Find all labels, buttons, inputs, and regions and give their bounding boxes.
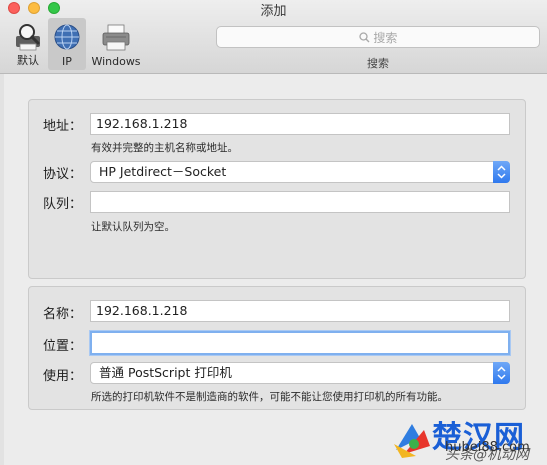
magnifier-printer-icon <box>13 22 43 56</box>
search-placeholder: 搜索 <box>373 31 398 45</box>
use-label: 使用： <box>43 369 83 384</box>
toolbar-windows-button[interactable]: Windows <box>88 18 144 70</box>
watermark-overlay: 头条@机动网 <box>445 447 529 463</box>
queue-label: 队列： <box>43 197 83 212</box>
toolbar-default-button[interactable]: 默认 <box>6 18 50 70</box>
address-label: 地址： <box>43 119 83 134</box>
title-bar: 添加 默认 IP Windows 搜索 搜索 <box>0 0 547 74</box>
watermark-logo <box>390 420 436 460</box>
globe-icon <box>52 22 82 56</box>
location-field[interactable] <box>90 331 510 355</box>
toolbar-ip-button[interactable]: IP <box>48 18 86 70</box>
driver-hint: 所选的打印机软件不是制造商的软件，可能不能让您使用打印机的所有功能。 <box>91 391 448 403</box>
toolbar-default-label: 默认 <box>17 54 39 67</box>
name-label: 名称： <box>43 307 83 322</box>
search-input[interactable]: 搜索 <box>216 26 540 48</box>
protocol-select[interactable]: HP Jetdirect－Socket <box>90 161 510 183</box>
location-label: 位置： <box>43 339 83 354</box>
driver-value: 普通 PostScript 打印机 <box>99 365 232 380</box>
address-field[interactable]: 192.168.1.218 <box>90 113 510 135</box>
protocol-label: 协议： <box>43 167 83 182</box>
printer-icon <box>100 22 132 56</box>
queue-hint: 让默认队列为空。 <box>91 221 175 233</box>
protocol-value: HP Jetdirect－Socket <box>99 164 227 179</box>
window-edge <box>0 74 4 465</box>
name-field[interactable]: 192.168.1.218 <box>90 300 510 322</box>
queue-field[interactable] <box>90 191 510 213</box>
toolbar-windows-label: Windows <box>91 55 141 68</box>
window-title: 添加 <box>260 4 287 19</box>
toolbar-ip-label: IP <box>62 55 72 68</box>
driver-select[interactable]: 普通 PostScript 打印机 <box>90 362 510 384</box>
address-hint: 有效并完整的主机名称或地址。 <box>91 142 238 154</box>
updown-arrows-icon <box>493 161 510 183</box>
updown-arrows-icon <box>493 362 510 384</box>
search-caption: 搜索 <box>367 57 389 70</box>
search-icon <box>358 31 374 45</box>
